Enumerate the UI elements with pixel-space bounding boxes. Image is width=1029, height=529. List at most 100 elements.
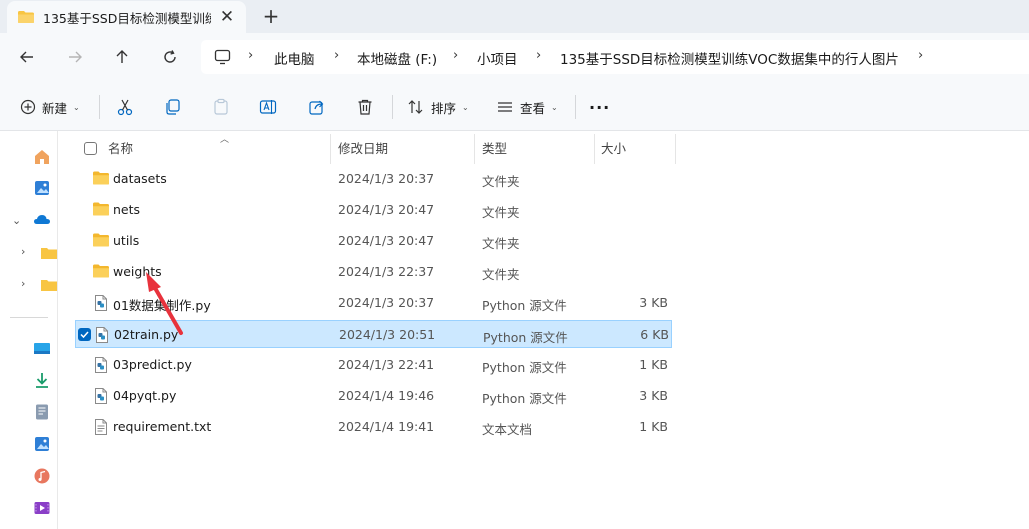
folder-icon [18, 11, 34, 23]
toolbar-divider [575, 95, 576, 119]
file-type: Python 源文件 [482, 360, 567, 375]
rename-button[interactable] [259, 95, 277, 119]
column-type[interactable]: 类型 [475, 134, 595, 164]
music-icon[interactable] [33, 467, 51, 485]
new-button[interactable]: 新建 ⌄ [20, 95, 80, 119]
navigation-bar: › 此电脑 › 本地磁盘 (F:) › 小项目 › 135基于SSD目标检测模型… [0, 33, 1029, 83]
view-button[interactable]: 查看 ⌄ [496, 95, 558, 119]
cut-button[interactable] [116, 95, 134, 119]
file-date: 2024/1/3 20:47 [338, 202, 435, 217]
active-tab[interactable]: 135基于SSD目标检测模型训练\ ✕ [7, 1, 246, 33]
pictures-icon[interactable] [33, 435, 51, 453]
file-type-icon [92, 356, 110, 377]
file-type-icon [93, 326, 111, 347]
column-date-modified[interactable]: 修改日期 [331, 134, 475, 164]
chevron-right-icon: › [334, 48, 340, 63]
file-row[interactable]: 03predict.py 2024/1/3 22:41 Python 源文件 1 KB [75, 351, 672, 379]
column-name[interactable]: 名称 [74, 134, 331, 164]
file-size: 1 KB [639, 357, 668, 372]
python-file-icon [95, 295, 107, 311]
home-icon[interactable] [33, 148, 51, 166]
copy-button[interactable] [164, 95, 182, 119]
checkmark-icon [80, 331, 89, 339]
folder-icon[interactable] [40, 276, 58, 294]
file-row[interactable]: utils 2024/1/3 20:47 文件夹 [75, 227, 672, 255]
file-name: 02train.py [114, 327, 179, 342]
new-tab-button[interactable]: + [260, 5, 282, 27]
toolbar-divider [99, 95, 100, 119]
breadcrumb-current-folder[interactable]: 135基于SSD目标检测模型训练VOC数据集中的行人图片 [560, 48, 899, 68]
share-button[interactable] [308, 95, 326, 119]
sort-button[interactable]: 排序 ⌄ [407, 95, 469, 119]
onedrive-cloud-icon[interactable] [33, 211, 51, 229]
tab-title: 135基于SSD目标检测模型训练\ [43, 10, 211, 26]
file-date: 2024/1/3 20:51 [339, 327, 436, 342]
address-bar[interactable]: › 此电脑 › 本地磁盘 (F:) › 小项目 › 135基于SSD目标检测模型… [201, 40, 1029, 74]
file-date: 2024/1/4 19:41 [338, 419, 435, 434]
chevron-right-icon[interactable]: › [918, 48, 923, 63]
python-file-icon [95, 388, 107, 404]
arrow-up-icon [116, 50, 128, 63]
breadcrumb-small-projects[interactable]: 小项目 [477, 48, 518, 68]
breadcrumb-local-disk[interactable]: 本地磁盘 (F:) [357, 48, 437, 68]
file-date: 2024/1/3 20:37 [338, 295, 435, 310]
folder-icon[interactable] [40, 244, 58, 262]
file-date: 2024/1/4 19:46 [338, 388, 435, 403]
new-label: 新建 [42, 100, 68, 116]
documents-icon[interactable] [33, 403, 51, 421]
more-options-button[interactable]: ··· [589, 95, 610, 119]
download-icon[interactable] [33, 371, 51, 389]
file-row[interactable]: 04pyqt.py 2024/1/4 19:46 Python 源文件 3 KB [75, 382, 672, 410]
view-label: 查看 [520, 100, 546, 116]
close-tab-icon[interactable]: ✕ [218, 8, 236, 26]
file-type-icon [92, 232, 110, 251]
rename-icon [259, 100, 277, 114]
column-header: ︿ 名称 修改日期 类型 大小 [74, 134, 676, 164]
text-file-icon [95, 419, 107, 435]
file-name: datasets [113, 171, 167, 186]
arrow-right-icon [69, 51, 82, 63]
file-size: 3 KB [639, 388, 668, 403]
file-row[interactable]: datasets 2024/1/3 20:37 文件夹 [75, 165, 672, 193]
file-date: 2024/1/3 20:47 [338, 233, 435, 248]
chevron-right-icon[interactable]: › [21, 277, 25, 290]
file-row[interactable]: nets 2024/1/3 20:47 文件夹 [75, 196, 672, 224]
chevron-right-icon: › [536, 48, 542, 63]
chevron-right-icon: › [248, 48, 254, 63]
chevron-right-icon[interactable]: › [21, 245, 25, 258]
file-type-icon [92, 294, 110, 315]
breadcrumb-this-pc[interactable]: 此电脑 [274, 48, 315, 68]
videos-icon[interactable] [33, 499, 51, 517]
file-row[interactable]: weights 2024/1/3 22:37 文件夹 [75, 258, 672, 286]
up-button[interactable] [107, 44, 137, 70]
file-name: 03predict.py [113, 357, 192, 372]
row-checkbox[interactable] [78, 328, 91, 341]
file-row[interactable]: 02train.py 2024/1/3 20:51 Python 源文件 6 KB [75, 320, 672, 348]
plus-circle-icon [20, 99, 36, 115]
back-button[interactable] [12, 44, 42, 70]
file-row[interactable]: requirement.txt 2024/1/4 19:41 文本文档 1 KB [75, 413, 672, 441]
refresh-button[interactable] [155, 44, 185, 70]
file-type: Python 源文件 [483, 330, 568, 345]
chevron-down-icon[interactable]: ⌄ [12, 214, 21, 227]
gallery-icon[interactable] [33, 179, 51, 197]
desktop-icon[interactable] [33, 340, 51, 358]
file-date: 2024/1/3 22:41 [338, 357, 435, 372]
column-size[interactable]: 大小 [595, 134, 676, 164]
copy-icon [166, 99, 180, 115]
file-type: Python 源文件 [482, 298, 567, 313]
file-type-icon [92, 263, 110, 282]
file-type: 文件夹 [482, 205, 520, 220]
forward-button[interactable] [60, 44, 90, 70]
folder-icon [93, 264, 109, 278]
file-list: ︿ 名称 修改日期 类型 大小 datasets 2024/1/3 20:37 文件… [58, 131, 1029, 529]
list-view-icon [498, 102, 512, 112]
chevron-down-icon: ⌄ [462, 102, 469, 112]
chevron-down-icon: ⌄ [73, 102, 80, 112]
file-row[interactable]: 01数据集制作.py 2024/1/3 20:37 Python 源文件 3 KB [75, 289, 672, 317]
command-bar: 新建 ⌄ 排序 ⌄ 查看 ⌄ ··· [0, 83, 1029, 131]
file-name: 04pyqt.py [113, 388, 177, 403]
paste-button[interactable] [212, 95, 230, 119]
delete-button[interactable] [356, 95, 374, 119]
file-name: 01数据集制作.py [113, 298, 211, 313]
